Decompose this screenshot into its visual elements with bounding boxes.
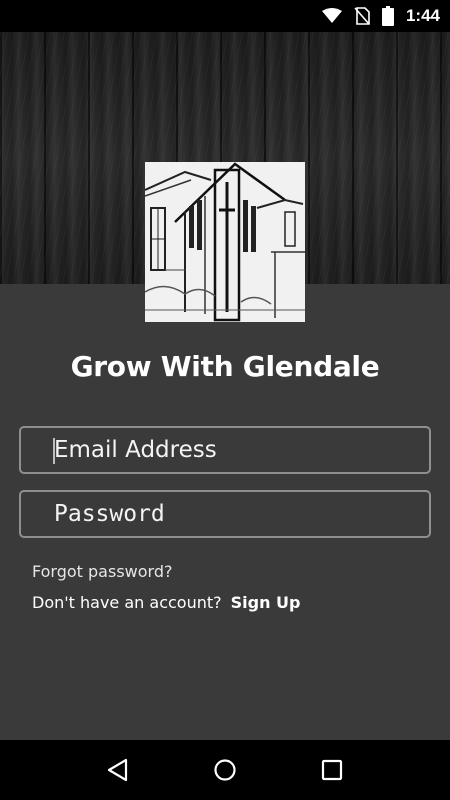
forgot-password-link[interactable]: Forgot password? <box>32 562 172 581</box>
status-time: 1:44 <box>405 6 440 25</box>
signup-row: Don't have an account? Sign Up <box>32 593 301 612</box>
navigation-bar <box>0 740 450 800</box>
wifi-icon <box>321 8 342 24</box>
status-bar: 1:44 <box>0 0 450 32</box>
church-sketch-logo <box>145 162 305 322</box>
app-title: Grow With Glendale <box>70 350 380 383</box>
home-icon[interactable] <box>205 750 245 790</box>
sign-up-link[interactable]: Sign Up <box>231 593 301 612</box>
text-caret <box>53 438 55 464</box>
email-field[interactable] <box>19 426 431 474</box>
recents-icon[interactable] <box>312 750 352 790</box>
no-sim-icon <box>354 7 370 25</box>
password-field[interactable] <box>19 490 431 538</box>
login-screen: 1:44 Grow With Glendale Email Address Fo… <box>0 0 450 800</box>
back-icon[interactable] <box>98 750 138 790</box>
battery-icon <box>381 6 394 26</box>
email-input[interactable] <box>21 428 429 472</box>
no-account-label: Don't have an account? <box>32 593 222 612</box>
password-input[interactable] <box>21 492 429 536</box>
